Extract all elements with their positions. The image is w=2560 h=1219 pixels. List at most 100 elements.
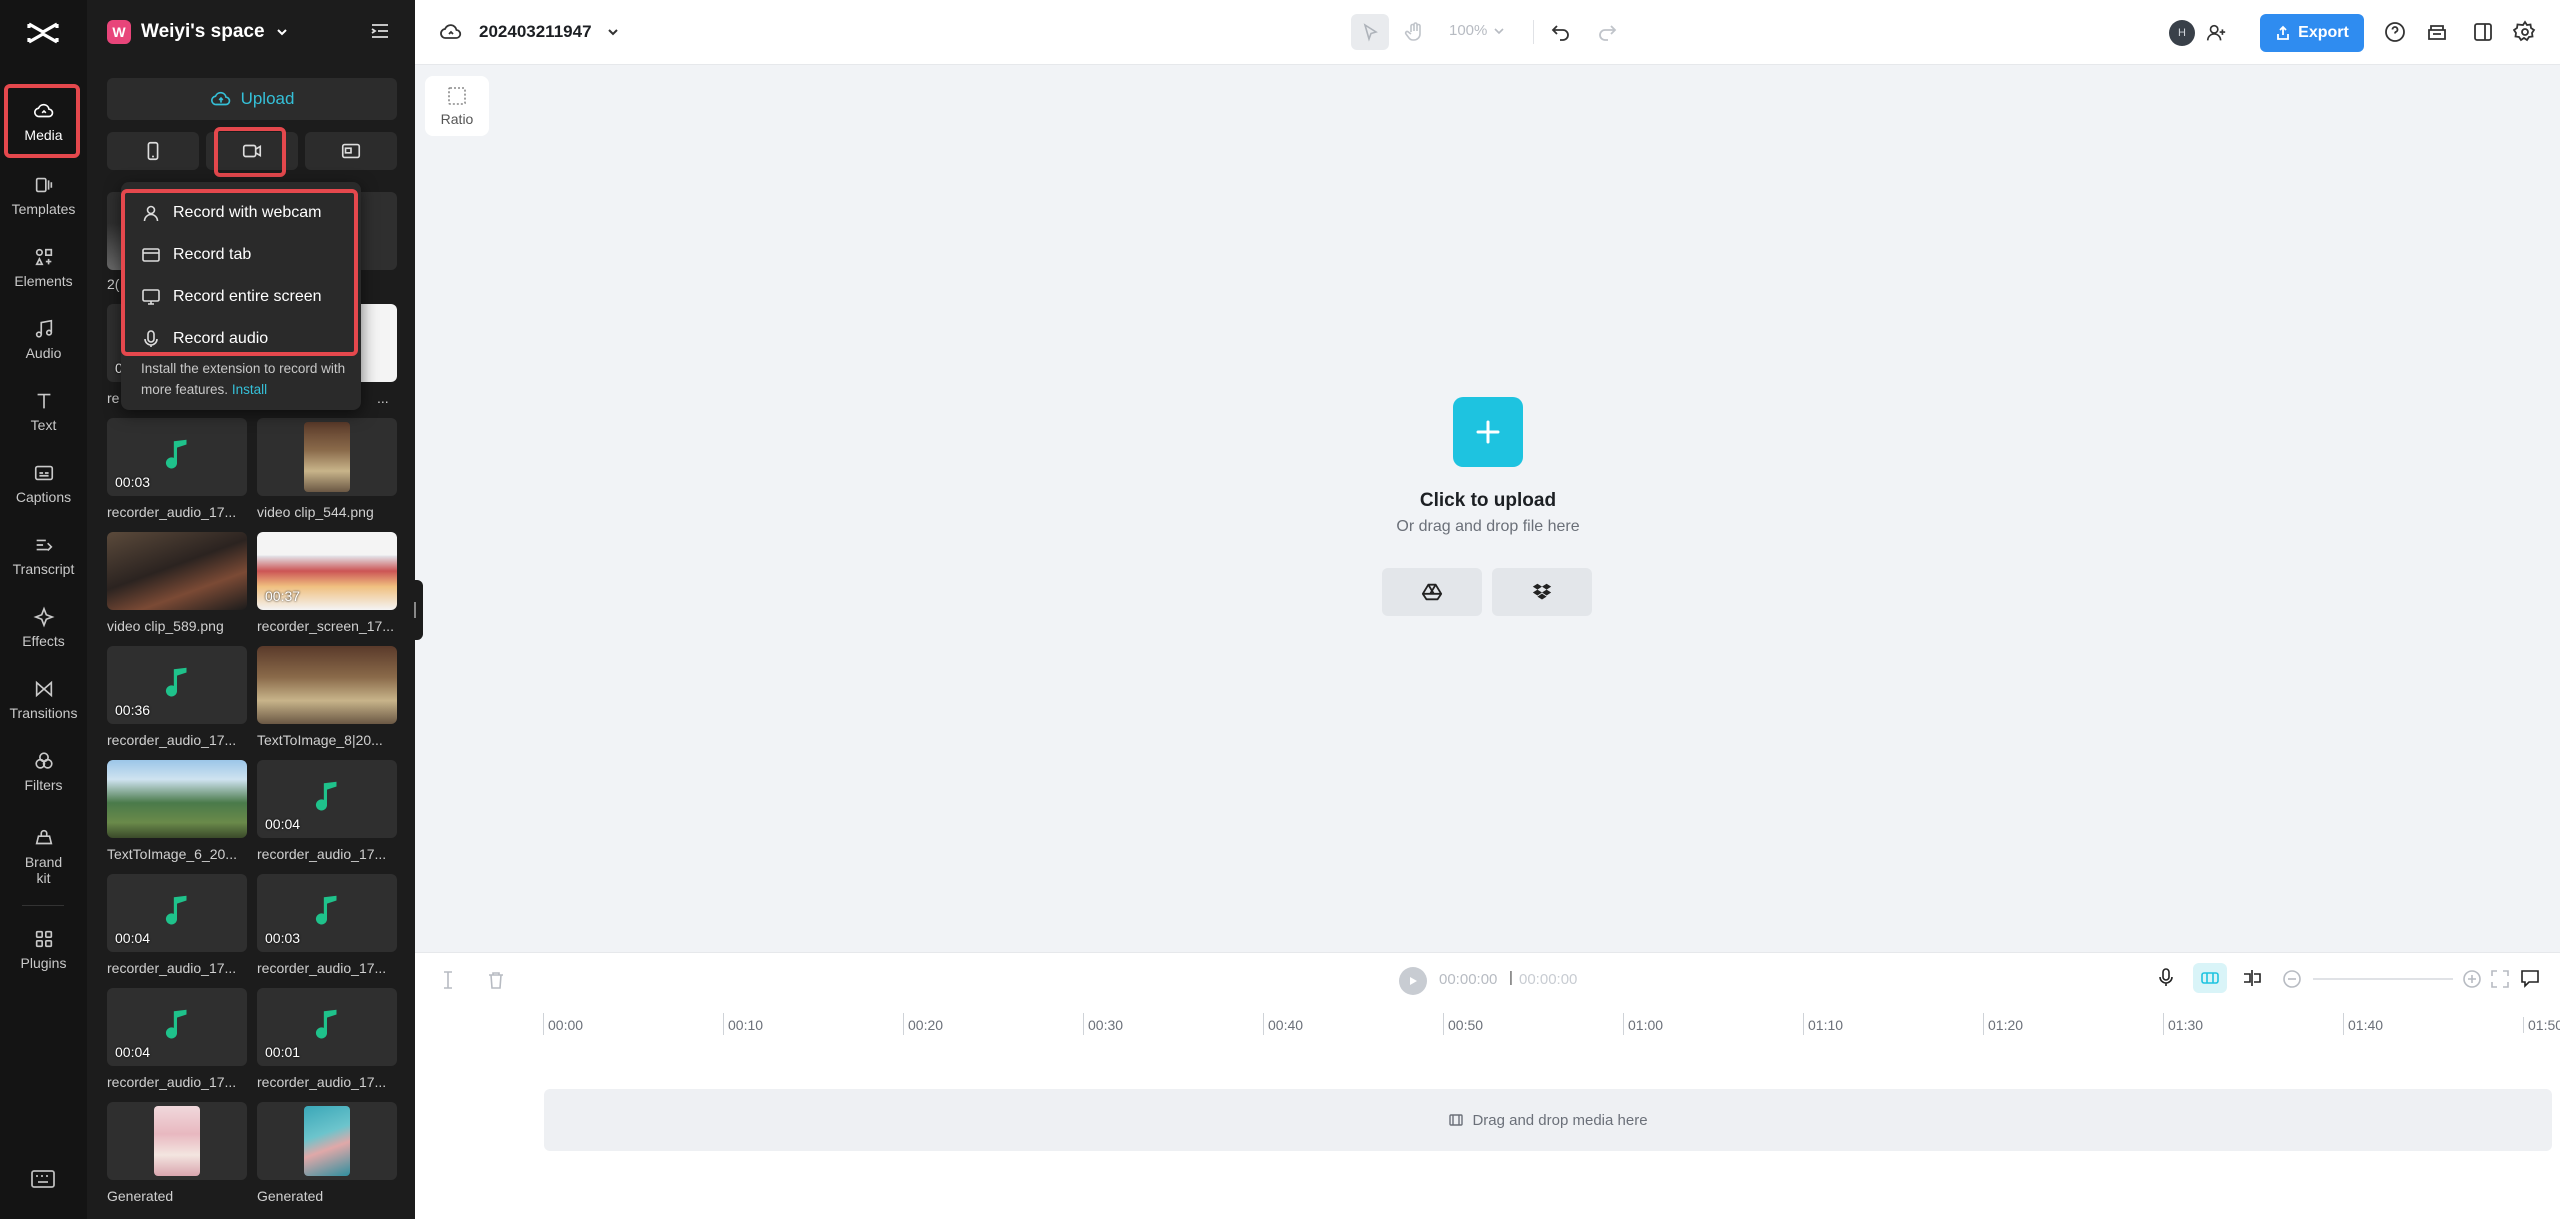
split-cursor-icon[interactable]: [437, 969, 459, 991]
browser-tab-icon: [142, 248, 160, 262]
help-icon[interactable]: [2383, 20, 2407, 44]
microphone-icon[interactable]: [2155, 967, 2177, 989]
play-button[interactable]: [1399, 967, 1427, 995]
magnet-snap-icon: [2201, 972, 2219, 984]
invite-user-icon[interactable]: [2205, 22, 2227, 44]
ruler-tick-label: 01:20: [1988, 1017, 2024, 1033]
menu-item-label: Record entire screen: [173, 288, 322, 305]
export-button[interactable]: Export: [2260, 14, 2364, 52]
rail-item-captions[interactable]: Captions: [0, 450, 87, 516]
redo-icon[interactable]: [1595, 20, 1619, 44]
zoom-in-icon[interactable]: [2461, 968, 2483, 990]
menu-item-record-screen[interactable]: Record entire screen: [141, 280, 322, 314]
media-tile-audio[interactable]: 00:04: [107, 988, 247, 1066]
rail-item-transcript[interactable]: Transcript: [0, 522, 87, 588]
rail-item-brand-kit[interactable]: Brand kit: [0, 816, 87, 896]
project-name: 202403211947: [479, 22, 592, 41]
rail-label: Templates: [11, 200, 76, 217]
capcut-logo-icon[interactable]: [26, 18, 60, 48]
rail-item-elements[interactable]: Elements: [0, 234, 87, 300]
click-to-upload-title[interactable]: Click to upload: [1300, 490, 1676, 512]
rail-item-plugins[interactable]: Plugins: [0, 916, 87, 982]
zoom-select[interactable]: 100%: [1449, 22, 1505, 39]
menu-item-record-webcam[interactable]: Record with webcam: [141, 196, 322, 230]
feedback-comment-icon[interactable]: [2519, 967, 2541, 989]
media-tile-name: Generated: [257, 1188, 324, 1204]
select-tool-button[interactable]: [1351, 14, 1389, 50]
rail-item-audio[interactable]: Audio: [0, 306, 87, 372]
chevron-down-icon: [276, 29, 287, 36]
settings-gear-icon[interactable]: [2513, 20, 2537, 44]
transcript-icon: [36, 539, 53, 551]
music-note-icon: [165, 1009, 187, 1039]
media-tile-audio[interactable]: 00:01: [257, 988, 397, 1066]
drag-drop-hint: Or drag and drop file here: [1396, 518, 1580, 535]
phone-upload-button[interactable]: [107, 132, 199, 170]
media-tile-audio[interactable]: 00:04: [257, 760, 397, 838]
rail-item-templates[interactable]: Templates: [0, 162, 87, 228]
undo-icon[interactable]: [1549, 20, 1573, 44]
media-tile-video[interactable]: 00:37: [257, 532, 397, 610]
rail-item-transitions[interactable]: Transitions: [0, 666, 87, 732]
auto-snap-toggle[interactable]: [2193, 963, 2227, 993]
menu-item-label: Record with webcam: [173, 204, 322, 221]
dropbox-button[interactable]: [1492, 568, 1592, 616]
workspace-switcher[interactable]: W Weiyi's space: [107, 18, 289, 46]
canvas-upload-button[interactable]: [1453, 397, 1523, 467]
media-tile-audio[interactable]: 00:03: [107, 418, 247, 496]
delete-trash-icon[interactable]: [485, 969, 507, 991]
ruler-tick-label: 00:30: [1088, 1017, 1124, 1033]
zoom-out-icon[interactable]: [2281, 968, 2303, 990]
timeline-drop-zone[interactable]: Drag and drop media here: [544, 1089, 2552, 1151]
zoom-slider[interactable]: [2313, 978, 2453, 980]
ruler-tick-label: 01:40: [2348, 1017, 2384, 1033]
cursor-pointer-icon: [1363, 23, 1378, 42]
layout-panel-icon[interactable]: [2471, 20, 2495, 44]
media-tile-name: video clip_589.png: [107, 618, 224, 634]
install-link[interactable]: Install: [232, 382, 267, 397]
collapse-panel-icon[interactable]: [369, 20, 391, 42]
media-tile-name: recorder_screen_17...: [257, 618, 394, 634]
keyboard-shortcuts-icon[interactable]: [30, 1168, 56, 1190]
rail-item-media[interactable]: Media: [0, 88, 87, 154]
rail-item-effects[interactable]: Effects: [0, 594, 87, 660]
panel-collapse-handle[interactable]: [411, 580, 423, 640]
screen-capture-icon: [341, 143, 361, 159]
upload-button[interactable]: Upload: [107, 78, 397, 120]
ratio-button[interactable]: Ratio: [425, 76, 489, 136]
media-tile-image[interactable]: [107, 532, 247, 610]
media-tile-image[interactable]: [257, 418, 397, 496]
menu-item-record-audio[interactable]: Record audio: [141, 322, 268, 356]
media-tile-audio[interactable]: 00:04: [107, 874, 247, 952]
ruler-tick: 01:20: [1983, 1013, 2024, 1035]
storage-icon[interactable]: [2425, 20, 2449, 44]
rail-item-text[interactable]: Text: [0, 378, 87, 444]
ruler-tick: 01:50: [2523, 1017, 2560, 1033]
thumbnail-image: [304, 1106, 350, 1176]
google-drive-button[interactable]: [1382, 568, 1482, 616]
rail-item-filters[interactable]: Filters: [0, 738, 87, 804]
media-tile-image[interactable]: [257, 1102, 397, 1180]
music-note-icon: [165, 895, 187, 925]
split-clip-icon[interactable]: [2241, 967, 2263, 989]
avatar[interactable]: H: [2169, 20, 2195, 46]
effects-sparkle-icon: [32, 605, 55, 628]
media-tile-name: recorder_audio_17...: [107, 960, 237, 976]
media-tile-audio[interactable]: 00:36: [107, 646, 247, 724]
media-tile-audio[interactable]: 00:03: [257, 874, 397, 952]
fullscreen-icon[interactable]: [2489, 968, 2511, 990]
ruler-tick: 00:20: [903, 1013, 943, 1035]
media-tile-image[interactable]: [257, 646, 397, 724]
media-tile-image[interactable]: [107, 1102, 247, 1180]
brand-kit-icon: [35, 829, 52, 844]
record-button[interactable]: [206, 132, 298, 170]
film-strip-icon: [1449, 1114, 1464, 1126]
screen-capture-button[interactable]: [305, 132, 397, 170]
menu-item-record-tab[interactable]: Record tab: [141, 238, 251, 272]
media-tile-image[interactable]: [107, 760, 247, 838]
hand-tool-icon[interactable]: [1403, 20, 1427, 44]
media-tile-name: recorder_audio_17...: [257, 1074, 387, 1090]
project-title-menu[interactable]: 202403211947: [439, 18, 620, 46]
drop-zone-label: Drag and drop media here: [1472, 1111, 1648, 1129]
tile-duration: 00:04: [115, 1044, 151, 1060]
